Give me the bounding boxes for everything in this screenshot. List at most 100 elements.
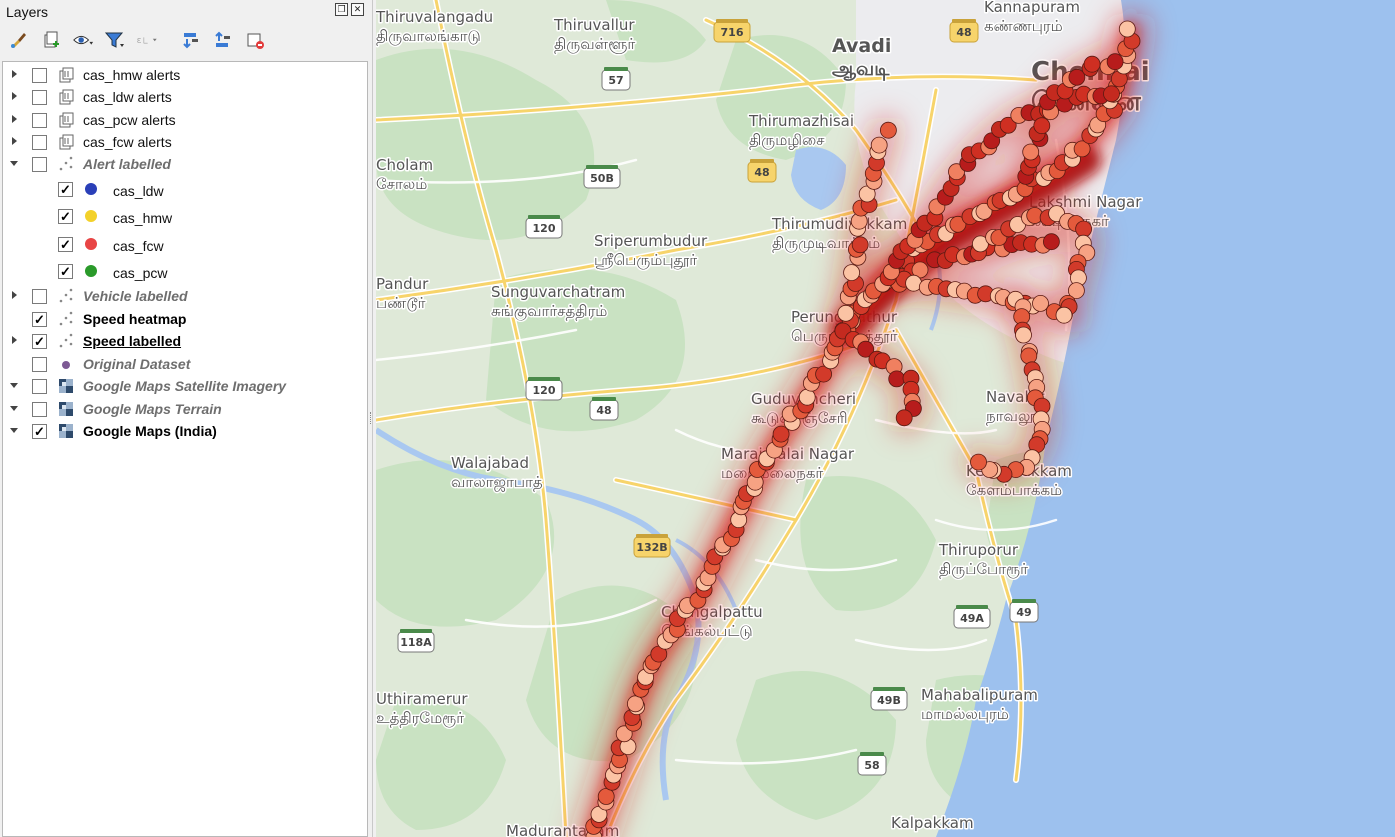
raster-layer-icon bbox=[57, 400, 75, 418]
place-label: Cholam bbox=[376, 156, 433, 174]
layer-row-cas-fcw-alerts[interactable]: cas_fcw alerts bbox=[3, 131, 365, 153]
speed-point bbox=[1075, 220, 1092, 238]
layer-row-cas-pcw-alerts[interactable]: cas_pcw alerts bbox=[3, 109, 365, 131]
layer-row-original-dataset[interactable]: Original Dataset bbox=[3, 353, 365, 375]
layer-visibility-checkbox[interactable] bbox=[32, 289, 47, 304]
panel-splitter[interactable] bbox=[370, 412, 374, 424]
layer-visibility-checkbox[interactable]: ✓ bbox=[58, 264, 73, 279]
layer-visibility-checkbox[interactable]: ✓ bbox=[32, 334, 47, 349]
speed-point bbox=[1020, 347, 1038, 365]
expand-arrow-icon[interactable] bbox=[12, 291, 17, 299]
expand-arrow-icon[interactable] bbox=[12, 137, 17, 145]
speed-point bbox=[837, 304, 855, 322]
place-label-tamil: சுங்குவார்சத்திரம் bbox=[491, 302, 607, 321]
layer-visibility-checkbox[interactable] bbox=[32, 402, 47, 417]
speed-point bbox=[1032, 294, 1049, 312]
shield-band bbox=[1012, 599, 1036, 603]
highway-number: 57 bbox=[608, 74, 623, 87]
place-label-tamil: திருவள்ளூர் bbox=[554, 35, 635, 54]
expand-arrow-icon[interactable] bbox=[12, 92, 17, 100]
layer-row-speed-heatmap[interactable]: ✓ Speed heatmap bbox=[3, 308, 365, 330]
layer-row-cas-pcw[interactable]: ✓ cas_pcw bbox=[3, 260, 365, 282]
shield-band bbox=[860, 752, 884, 756]
layer-visibility-checkbox[interactable]: ✓ bbox=[32, 424, 47, 439]
collapse-arrow-icon[interactable] bbox=[10, 161, 18, 166]
table-layer-icon bbox=[57, 133, 75, 151]
place-label: Thiruvalangadu bbox=[376, 8, 493, 26]
layer-label: cas_ldw alerts bbox=[83, 89, 172, 105]
filter-icon[interactable] bbox=[104, 28, 126, 52]
place-label: Thirumazhisai bbox=[748, 112, 854, 130]
place-label-tamil: சோலம் bbox=[376, 175, 427, 193]
remove-layer-icon[interactable] bbox=[244, 28, 266, 52]
highway-number: 132B bbox=[636, 541, 667, 554]
layer-visibility-checkbox[interactable] bbox=[32, 68, 47, 83]
layer-row-cas-fcw[interactable]: ✓ cas_fcw bbox=[3, 233, 365, 255]
layer-visibility-checkbox[interactable]: ✓ bbox=[32, 312, 47, 327]
highway-number: 120 bbox=[533, 222, 556, 235]
layer-visibility-checkbox[interactable]: ✓ bbox=[58, 182, 73, 197]
layer-label: Google Maps (India) bbox=[83, 423, 217, 439]
layer-label: cas_ldw bbox=[113, 183, 164, 199]
highway-number: 49B bbox=[877, 694, 901, 707]
collapse-arrow-icon[interactable] bbox=[10, 428, 18, 433]
close-window-icon[interactable]: ✕ bbox=[351, 3, 364, 16]
layer-visibility-checkbox[interactable] bbox=[32, 357, 47, 372]
expand-arrow-icon[interactable] bbox=[12, 115, 17, 123]
shield-band bbox=[592, 397, 616, 401]
place-label-tamil: திருப்போரூர் bbox=[939, 560, 1028, 578]
restore-window-icon[interactable]: ❐ bbox=[335, 3, 348, 16]
layer-row-google-maps-terrain[interactable]: Google Maps Terrain bbox=[3, 398, 365, 420]
expand-arrow-icon[interactable] bbox=[12, 336, 17, 344]
highway-number: 118A bbox=[400, 636, 432, 649]
speed-point bbox=[895, 409, 913, 427]
layer-row-google-maps-india[interactable]: ✓ Google Maps (India) bbox=[3, 420, 365, 442]
layer-visibility-checkbox[interactable] bbox=[32, 379, 47, 394]
point-layer-icon bbox=[57, 287, 75, 305]
highway-number: 49 bbox=[1016, 606, 1031, 619]
place-label: Sunguvarchatram bbox=[491, 283, 625, 301]
layer-row-vehicle-labelled[interactable]: Vehicle labelled bbox=[3, 285, 365, 307]
expand-all-icon[interactable] bbox=[180, 28, 202, 52]
map-canvas[interactable]: Thiruvalangadu திருவாலங்காடு Thiruvallur தி… bbox=[376, 0, 1395, 837]
layer-label: Vehicle labelled bbox=[83, 288, 188, 304]
layer-visibility-checkbox[interactable] bbox=[32, 135, 47, 150]
speed-point bbox=[888, 370, 906, 388]
layer-row-speed-labelled[interactable]: ✓ Speed labelled bbox=[3, 330, 365, 352]
shield-band bbox=[750, 159, 774, 163]
add-group-icon[interactable] bbox=[40, 28, 62, 52]
speed-point bbox=[851, 236, 869, 254]
speed-point bbox=[1118, 20, 1136, 38]
layer-row-google-maps-satellite-imagery[interactable]: Google Maps Satellite Imagery bbox=[3, 375, 365, 397]
eye-icon[interactable] bbox=[72, 28, 94, 52]
expand-arrow-icon[interactable] bbox=[12, 70, 17, 78]
layer-visibility-checkbox[interactable] bbox=[32, 90, 47, 105]
shield-band bbox=[586, 165, 618, 169]
place-label: Thiruporur bbox=[938, 541, 1019, 559]
collapse-arrow-icon[interactable] bbox=[10, 383, 18, 388]
place-label: Kalpakkam bbox=[891, 814, 974, 832]
place-label: Avadi bbox=[832, 35, 891, 57]
speed-point bbox=[1055, 306, 1073, 324]
highway-number: 120 bbox=[533, 384, 556, 397]
collapse-arrow-icon[interactable] bbox=[10, 406, 18, 411]
shield-band bbox=[636, 534, 668, 538]
layer-row-cas-ldw-alerts[interactable]: cas_ldw alerts bbox=[3, 86, 365, 108]
layer-row-cas-hmw[interactable]: ✓ cas_hmw bbox=[3, 205, 365, 227]
layer-row-cas-ldw[interactable]: ✓ cas_ldw bbox=[3, 178, 365, 200]
map-svg[interactable]: Thiruvalangaduதிருவாலங்காடுThiruvallurதி… bbox=[376, 0, 1395, 837]
layer-visibility-checkbox[interactable] bbox=[32, 113, 47, 128]
collapse-all-icon[interactable] bbox=[212, 28, 234, 52]
layer-visibility-checkbox[interactable]: ✓ bbox=[58, 237, 73, 252]
place-label-tamil: வாலாஜாபாத் bbox=[451, 473, 543, 492]
place-label: Sriperumbudur bbox=[594, 232, 708, 250]
legend-symbol-icon bbox=[85, 265, 97, 277]
layer-visibility-checkbox[interactable] bbox=[32, 157, 47, 172]
layer-visibility-checkbox[interactable]: ✓ bbox=[58, 209, 73, 224]
layer-row-alert-labelled[interactable]: Alert labelled bbox=[3, 153, 365, 175]
paintbrush-icon[interactable] bbox=[8, 28, 30, 52]
expression-filter-icon[interactable]: ε bbox=[136, 28, 158, 52]
layer-label: cas_fcw bbox=[113, 238, 164, 254]
layer-row-cas-hmw-alerts[interactable]: cas_hmw alerts bbox=[3, 64, 365, 86]
speed-point bbox=[1022, 143, 1040, 161]
